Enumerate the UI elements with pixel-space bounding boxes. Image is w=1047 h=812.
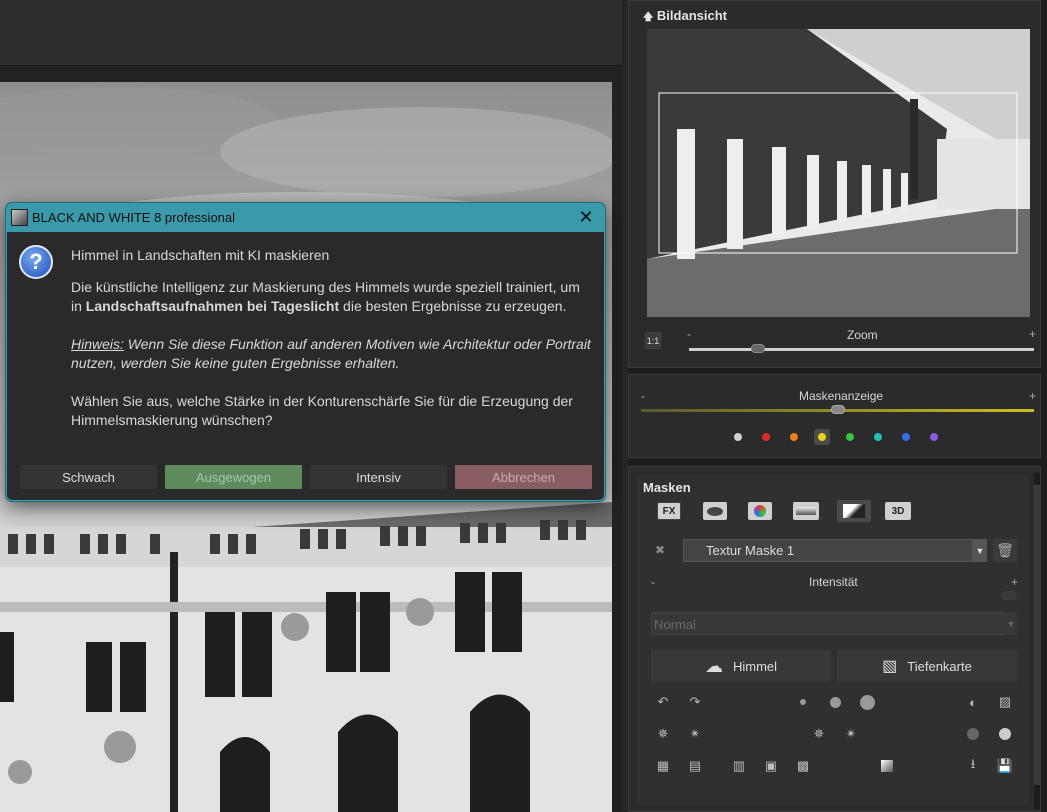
tab-color[interactable] xyxy=(748,502,772,520)
zoom-minus-label: - xyxy=(687,327,691,341)
dialog-titlebar[interactable]: BLACK AND WHITE 8 professional ✕ xyxy=(7,204,604,232)
texture-mask-icon xyxy=(843,504,865,518)
gradient-fill-icon[interactable] xyxy=(875,755,899,777)
tab-ellipse[interactable] xyxy=(703,502,727,520)
mask-color-green[interactable] xyxy=(842,429,858,445)
mask-color-white[interactable] xyxy=(730,429,746,445)
mask-color-purple[interactable] xyxy=(926,429,942,445)
intensity-minus: - xyxy=(651,575,655,589)
pin-icon[interactable]: ✖ xyxy=(655,543,665,557)
mask-color-blue[interactable] xyxy=(898,429,914,445)
weak-button[interactable]: Schwach xyxy=(20,465,157,489)
ratio-1to1-button[interactable]: 1:1 xyxy=(645,332,661,349)
intense-button[interactable]: Intensiv xyxy=(310,465,447,489)
dialog-hint-label: Hinweis: xyxy=(71,336,124,352)
mask-fill-icon[interactable]: ▦ xyxy=(651,755,675,777)
dialog-hint: Hinweis: Wenn Sie diese Funktion auf and… xyxy=(71,336,591,371)
mask-display-plus: + xyxy=(1029,389,1037,403)
mask-display-slider-thumb[interactable] xyxy=(830,405,845,414)
mask-select-value: Textur Maske 1 xyxy=(706,543,795,558)
opacity-soft-icon[interactable]: ✴ xyxy=(839,723,863,745)
mask-select[interactable]: Textur Maske 1 xyxy=(683,539,973,562)
brush-small-icon[interactable] xyxy=(791,691,815,713)
masks-scrollbar[interactable] xyxy=(1034,473,1040,809)
app-logo-icon xyxy=(11,209,28,226)
mask-display-slider[interactable] xyxy=(641,405,1034,414)
dialog-question: Wählen Sie aus, welche Stärke in der Kon… xyxy=(71,393,573,428)
sky-button[interactable]: ☁ Himmel xyxy=(651,650,831,682)
mask-display-label: Maskenanzeige xyxy=(799,389,884,403)
preview-thumbnail[interactable] xyxy=(647,29,1030,317)
mask-edge-icon[interactable]: ▩ xyxy=(791,755,815,777)
zoom-label: Zoom xyxy=(847,328,878,342)
mask-clear-icon[interactable]: ▤ xyxy=(683,755,707,777)
question-icon: ? xyxy=(19,245,53,279)
tab-3d[interactable]: 3D xyxy=(885,502,911,520)
collapse-arrow-icon[interactable]: 🡅 xyxy=(643,12,653,23)
mask-display-panel: - Maskenanzeige + xyxy=(628,374,1041,458)
blend-mode-value: Normal xyxy=(654,617,696,632)
balanced-button[interactable]: Ausgewogen xyxy=(165,465,302,489)
invert-mask-icon[interactable]: ◐ xyxy=(961,691,985,713)
zoom-slider[interactable] xyxy=(689,344,1034,353)
brush-black-icon[interactable] xyxy=(961,723,985,745)
preview-title: Bildansicht xyxy=(656,8,727,23)
preview-panel: 🡅 Bildansicht 1:1 - Zoom + xyxy=(628,0,1041,368)
brush-white-icon[interactable] xyxy=(993,723,1017,745)
intensity-plus: + xyxy=(1011,575,1019,589)
mask-display-minus: - xyxy=(641,389,645,403)
intensity-label: Intensität xyxy=(809,575,858,589)
brush-large-icon[interactable] xyxy=(855,691,879,713)
depth-map-button-label: Tiefenkarte xyxy=(907,658,972,674)
blend-chevron-down-icon[interactable]: ▼ xyxy=(1005,612,1017,635)
chevron-down-icon[interactable]: ▼ xyxy=(973,539,987,562)
trash-icon[interactable]: 🗑 xyxy=(993,539,1017,562)
dialog-paragraph-1: Die künstliche Intelligenz zur Maskierun… xyxy=(71,279,580,314)
tab-fx[interactable]: FX xyxy=(657,502,681,520)
zoom-plus-label: + xyxy=(1029,327,1037,341)
masks-panel: Masken FX 3D ✖ Textur Maske 1 ▼ 🗑 - Inte… xyxy=(628,466,1041,812)
ai-sky-dialog: BLACK AND WHITE 8 professional ✕ ? Himme… xyxy=(6,203,605,501)
mask-copy-icon[interactable]: ▥ xyxy=(727,755,751,777)
zoom-slider-thumb[interactable] xyxy=(751,344,765,353)
brush-medium-icon[interactable] xyxy=(823,691,847,713)
color-mask-icon xyxy=(754,505,766,517)
close-icon[interactable]: ✕ xyxy=(576,207,596,227)
dialog-heading: Himmel in Landschaften mit KI maskieren xyxy=(71,247,330,263)
mask-color-teal[interactable] xyxy=(870,429,886,445)
intensity-slider-thumb[interactable] xyxy=(1001,591,1017,600)
brush-soft-icon[interactable]: ✴ xyxy=(683,723,707,745)
masks-title: Masken xyxy=(643,480,691,495)
brain-cloud-icon: ☁ xyxy=(704,655,723,676)
mask-paste-icon[interactable]: ▣ xyxy=(759,755,783,777)
preview-title-row[interactable]: 🡅 Bildansicht xyxy=(643,8,727,27)
mask-load-icon[interactable]: ⭳ xyxy=(961,755,985,777)
mask-save-icon[interactable]: 💾 xyxy=(993,755,1017,777)
top-toolbar xyxy=(0,0,622,66)
undo-icon[interactable]: ↶ xyxy=(651,691,675,713)
gradient-mask-icon xyxy=(796,507,816,515)
depth-map-button[interactable]: ▧ Tiefenkarte xyxy=(837,650,1017,682)
opacity-hard-icon[interactable]: ✵ xyxy=(807,723,831,745)
tab-gradient[interactable] xyxy=(793,502,819,520)
dialog-title: BLACK AND WHITE 8 professional xyxy=(32,210,236,225)
dialog-paragraph-1-bold: Landschaftsaufnahmen bei Tageslicht xyxy=(85,298,340,314)
sky-button-label: Himmel xyxy=(732,658,778,674)
blend-mode-select[interactable]: Normal xyxy=(651,612,1007,635)
ellipse-mask-icon xyxy=(707,506,723,516)
mask-color-picker xyxy=(730,429,942,445)
right-panel: 🡅 Bildansicht 1:1 - Zoom + - Maskenanzei… xyxy=(628,0,1047,812)
redo-icon[interactable]: ↷ xyxy=(683,691,707,713)
mask-color-red[interactable] xyxy=(758,429,774,445)
cancel-button[interactable]: Abbrechen xyxy=(455,465,592,489)
brain-depth-icon: ▧ xyxy=(882,658,898,675)
mask-color-yellow[interactable] xyxy=(814,429,830,445)
tab-texture[interactable] xyxy=(837,500,871,522)
mask-color-orange[interactable] xyxy=(786,429,802,445)
brush-hard-icon[interactable]: ✵ xyxy=(651,723,675,745)
mask-preview-icon[interactable]: ▨ xyxy=(993,691,1017,713)
